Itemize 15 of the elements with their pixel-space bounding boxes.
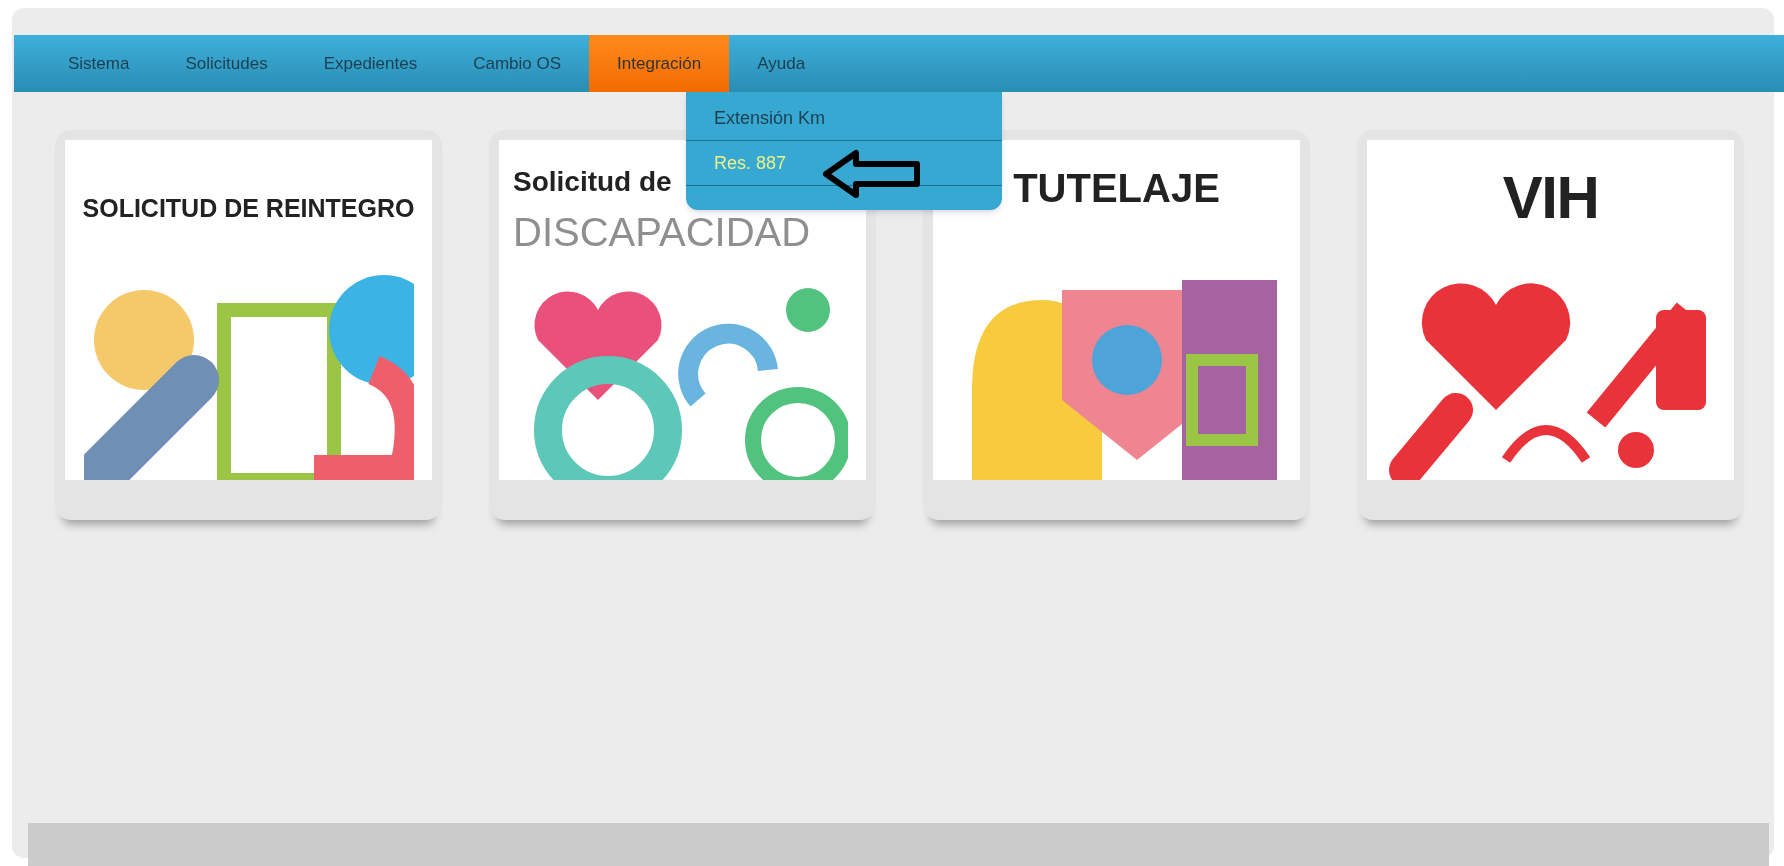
menu-item[interactable]: Expedientes: [295, 35, 446, 92]
menu-item[interactable]: Integración: [589, 35, 730, 92]
menu-item[interactable]: Solicitudes: [157, 35, 296, 92]
service-card[interactable]: TUTELAJE: [923, 130, 1310, 520]
menu-item[interactable]: Ayuda: [729, 35, 834, 92]
card-title: SOLICITUD DE REINTEGRO: [82, 193, 415, 221]
service-card[interactable]: VIH: [1357, 130, 1744, 520]
service-card[interactable]: SOLICITUD DE REINTEGRO: [55, 130, 442, 520]
menu-item[interactable]: Cambio OS: [445, 35, 590, 92]
card-title: VIH: [1502, 168, 1599, 228]
menu-item[interactable]: Sistema: [40, 35, 158, 92]
card-title: DISCAPACIDAD: [512, 212, 811, 252]
dropdown-item[interactable]: Extensión Km: [686, 96, 1002, 141]
card-title: Solicitud de: [512, 168, 672, 196]
card-title: TUTELAJE: [1013, 168, 1220, 208]
